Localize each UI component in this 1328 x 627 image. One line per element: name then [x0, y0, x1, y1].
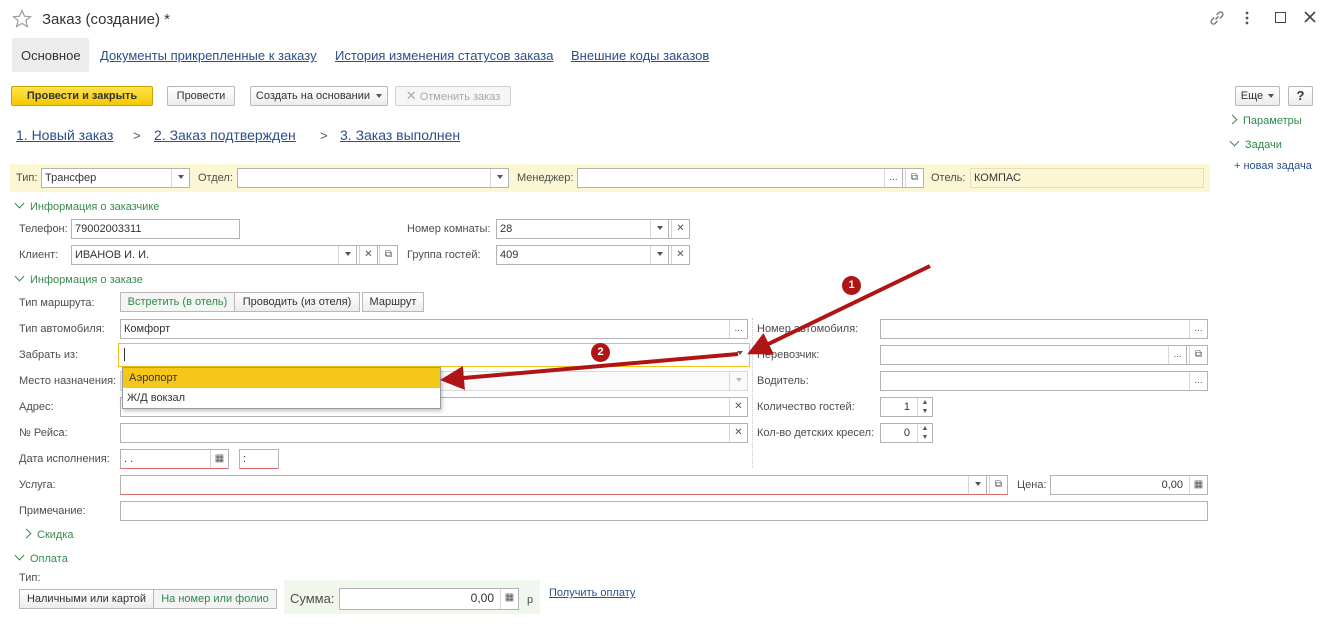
annotation-arrows	[440, 264, 931, 390]
annotation-marker-1-label: 1	[848, 279, 855, 291]
annotation-marker-2-label: 2	[597, 346, 604, 358]
annotation-marker-1: 1	[842, 276, 861, 295]
annotation-marker-2: 2	[591, 343, 610, 362]
